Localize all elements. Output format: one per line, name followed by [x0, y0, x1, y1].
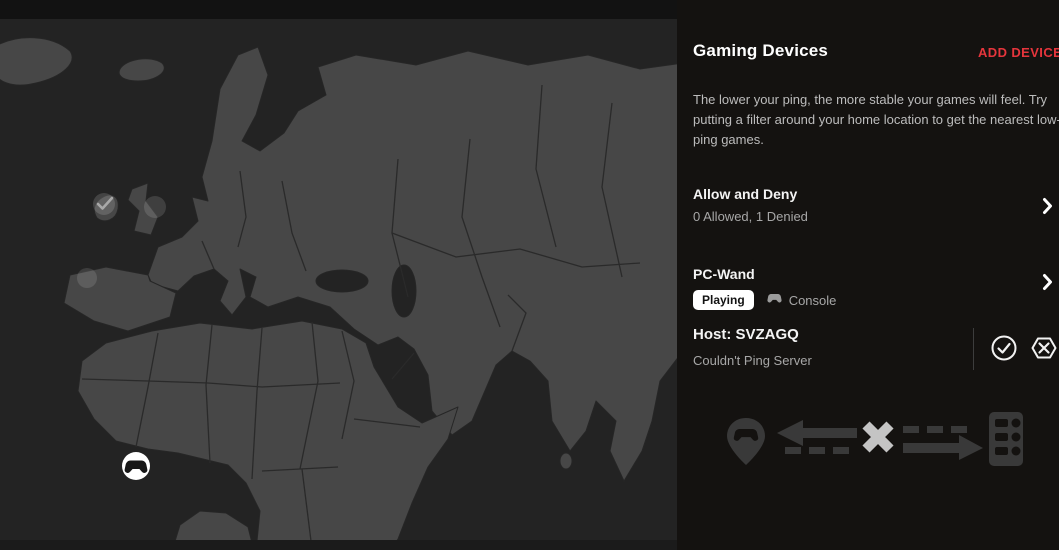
divider: [973, 328, 974, 370]
gamepad-icon: [766, 291, 783, 309]
no-ping-illustration: [719, 402, 1029, 483]
x-mark-icon: [866, 425, 890, 449]
add-device-button[interactable]: ADD DEVICE: [978, 45, 1059, 60]
deny-host-button[interactable]: [1029, 333, 1059, 363]
device-type-label: Console: [789, 293, 837, 308]
check-circle-icon: [989, 333, 1019, 363]
world-map[interactable]: [0, 19, 677, 550]
device-item-pc-wand[interactable]: PC-Wand Playing Console: [693, 266, 1059, 310]
ping-description-text: The lower your ping, the more stable you…: [693, 90, 1059, 150]
chevron-right-icon: [1042, 273, 1053, 296]
top-bar: [0, 0, 677, 19]
status-badge: Playing: [693, 290, 754, 310]
check-circle-marker[interactable]: [93, 193, 115, 215]
chevron-right-icon: [1042, 197, 1053, 220]
gaming-devices-panel: Gaming Devices ADD DEVICE The lower your…: [677, 0, 1059, 550]
gamepad-pin-marker[interactable]: [122, 452, 150, 480]
allow-deny-subtitle: 0 Allowed, 1 Denied: [693, 209, 1059, 224]
arrow-left-icon: [777, 420, 857, 454]
page-title: Gaming Devices: [693, 41, 828, 61]
device-name: PC-Wand: [693, 266, 1059, 282]
bottom-bar: [0, 540, 677, 550]
gamepad-location-pin-icon: [727, 418, 765, 465]
allow-and-deny-item[interactable]: Allow and Deny 0 Allowed, 1 Denied: [693, 186, 1059, 226]
dot-marker[interactable]: [77, 268, 97, 288]
server-rack-icon: [989, 412, 1023, 466]
allow-host-button[interactable]: [989, 333, 1019, 363]
host-item: Host: SVZAGQ Couldn't Ping Server: [693, 326, 1059, 374]
dot-marker[interactable]: [144, 196, 166, 218]
blocked-icon: [1029, 333, 1059, 363]
arrow-right-icon: [903, 426, 983, 460]
world-map-canvas: [0, 19, 677, 550]
allow-deny-title: Allow and Deny: [693, 186, 1059, 202]
